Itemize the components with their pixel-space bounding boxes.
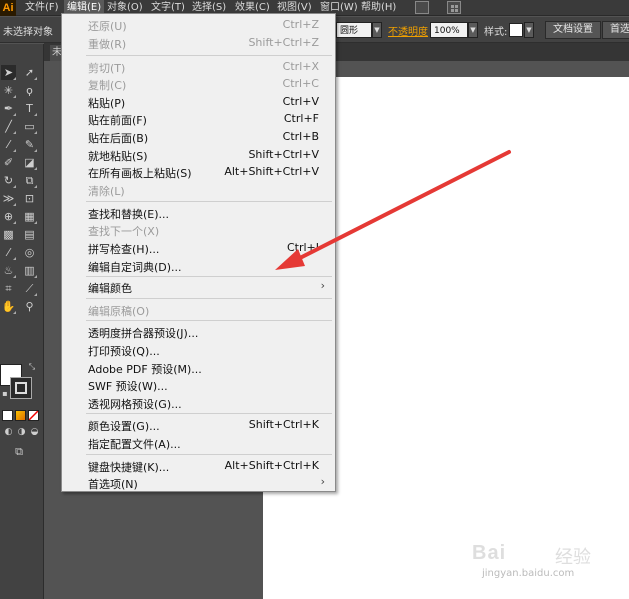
baidu-watermark-logo: Bai (472, 542, 507, 564)
baidu-watermark-suffix: 经验 (555, 547, 591, 568)
annotation-arrow (275, 150, 511, 270)
baidu-watermark-url: jingyan.baidu.com (482, 568, 575, 579)
